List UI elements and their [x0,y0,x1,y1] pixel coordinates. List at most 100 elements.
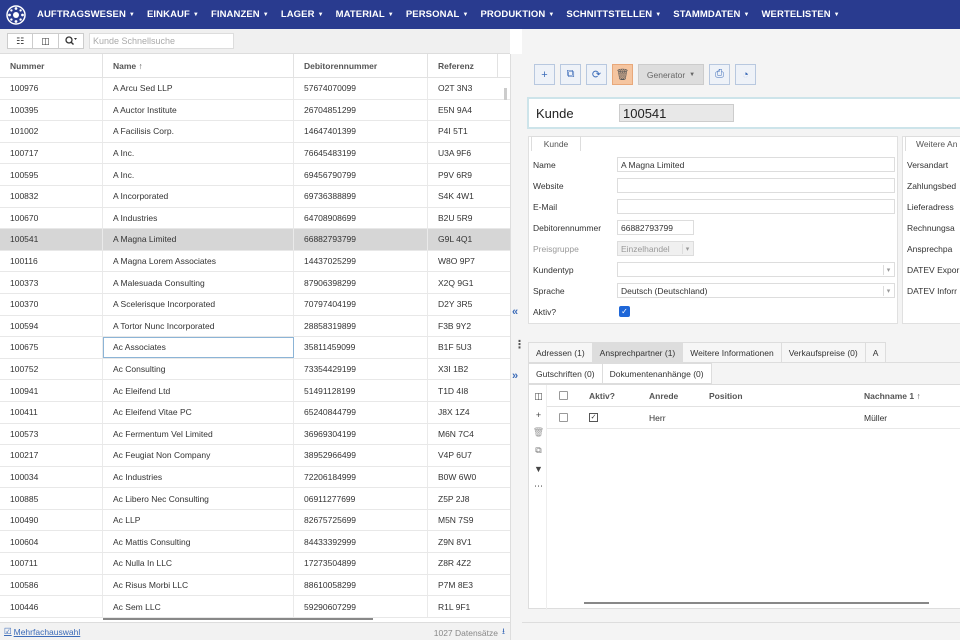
table-row[interactable]: 100595 A Inc. 69456790799 P9V 6R9 [0,164,510,186]
nav-wertelisten[interactable]: WERTELISTEN ▼ [755,0,845,29]
table-row[interactable]: 100711 Ac Nulla In LLC 17273504899 Z8R 4Z2 [0,553,510,575]
aktiv-checkbox[interactable]: ✓ [589,413,598,422]
name-cell: A Malesuada Consulting [103,272,294,293]
tab-weitere-informationen[interactable]: Weitere Informationen [682,342,782,362]
more-icon[interactable]: ⋯ [533,481,544,492]
table-row[interactable]: 100717 A Inc. 76645483199 U3A 9F6 [0,142,510,165]
table-row[interactable]: 100586 Ac Risus Morbi LLC 88610058299 P7M 8… [0,574,510,597]
table-row[interactable]: ✓ Herr Müller [547,407,960,429]
email-field[interactable] [617,199,895,214]
row-select-checkbox[interactable] [559,413,568,422]
nav-produktion[interactable]: PRODUKTION ▼ [474,0,560,29]
filter-icon[interactable]: ▼ [533,463,544,474]
table-row[interactable]: 100885 Ac Libero Nec Consulting 0691127769… [0,488,510,510]
print-icon[interactable]: ⎙ [709,64,730,85]
table-row[interactable]: 100395 A Auctor Institute 26704851299 E5N 9… [0,99,510,122]
debitorennummer-cell: 70797404199 [294,293,428,315]
download-icon[interactable]: ⭳ [502,626,505,640]
delete-icon[interactable]: 🗑 [533,427,544,438]
kunde-tab[interactable]: Kunde [531,136,581,151]
multi-select-link[interactable]: ☑ Mehrfachauswahl [4,626,80,637]
nummer-cell: 100034 [0,466,103,488]
column-header-referenz[interactable]: Referenz [428,54,498,77]
column-header-anrede[interactable]: Anrede [649,385,678,406]
column-header-nummer[interactable]: Nummer [0,54,103,77]
add-icon[interactable]: + [534,64,555,85]
copy-icon[interactable]: ⧉ [533,445,544,456]
expand-right-icon[interactable]: » [512,370,518,382]
table-row[interactable]: 100217 Ac Feugiat Non Company 38952966499 V… [0,445,510,467]
table-row[interactable]: 100675 Ac Associates 35811459099 B1F 5U3 [0,337,510,359]
nav-label: PERSONAL [405,9,460,20]
table-row[interactable]: 100604 Ac Mattis Consulting 84433392999 Z9N… [0,531,510,554]
generator-button[interactable]: Generator ▼ [638,64,704,85]
list-view-icon[interactable]: ☷ [8,34,34,48]
tab-adressen[interactable]: Adressen (1) [528,342,593,362]
table-row[interactable]: 100034 Ac Industries 72206184999 B0W 6W0 [0,466,510,489]
table-row[interactable]: 100446 Ac Sem LLC 59290607299 R1L 9F1 [0,596,510,618]
table-row[interactable]: 100373 A Malesuada Consulting 87906398299 X… [0,272,510,294]
nav-label: PRODUKTION [480,9,546,20]
nav-finanzen[interactable]: FINANZEN ▼ [205,0,275,29]
delete-icon[interactable]: 🗑 [612,64,633,85]
search-options-icon[interactable] [59,34,83,48]
table-row[interactable]: 100976 A Arcu Sed LLP 57674070099 O2T 3N3 [0,78,510,100]
tab-verkaufspreise[interactable]: Verkaufspreise (0) [780,342,866,362]
refresh-icon[interactable]: ⟳ [586,64,607,85]
column-header-nachname[interactable]: Nachname 1 ↑ [864,385,921,406]
nav-material[interactable]: MATERIAL ▼ [330,0,400,29]
nummer-cell: 100446 [0,596,103,617]
table-row[interactable]: 100370 A Scelerisque Incorporated 70797404… [0,293,510,316]
select-all-checkbox[interactable] [559,391,568,400]
grid-horizontal-scrollbar[interactable] [103,618,373,620]
split-view-icon[interactable]: ◫ [33,34,59,48]
tab-ansprechpartner[interactable]: Ansprechpartner (1) [591,342,684,362]
panel-splitter[interactable]: « ⋮ » [510,54,525,640]
logo-icon[interactable] [5,4,27,26]
grid-scrollbar[interactable] [504,88,507,100]
sprache-select[interactable]: Deutsch (Deutschland) ▾ [617,283,895,298]
referenz-cell: D2Y 3R5 [438,299,473,310]
aktiv-checkbox[interactable]: ✓ [619,306,630,317]
kundentyp-select[interactable]: ▾ [617,262,895,277]
copy-icon[interactable]: ⧉ [560,64,581,85]
chart-icon[interactable]: ◔ [735,64,756,85]
tab-dokumentenanhaenge[interactable]: Dokumentenanhänge (0) [601,363,712,384]
nav-auftragswesen[interactable]: AUFTRAGSWESEN ▼ [31,0,141,29]
contacts-horizontal-scrollbar[interactable] [584,602,929,604]
table-row[interactable]: 100490 Ac LLP 82675725699 M5N 7S9 [0,509,510,532]
detail-toolbar: + ⧉ ⟳ 🗑 Generator ▼ ⎙ ◔ [534,64,761,85]
debitor-field[interactable]: 66882793799 [617,220,694,235]
columns-icon[interactable]: ◫ [533,391,544,402]
table-row[interactable]: 100832 A Incorporated 69736388899 S4K 4W1 [0,185,510,208]
tab-more[interactable]: A [864,342,887,362]
table-row[interactable]: 100411 Ac Eleifend Vitae PC 65240844799 J8X… [0,401,510,424]
referenz-cell: X3I 1B2 [438,364,469,375]
website-field[interactable] [617,178,895,193]
weitere-tab[interactable]: Weitere An [905,136,960,151]
table-row[interactable]: 100541 A Magna Limited 66882793799 G9L 4Q1 [0,229,510,251]
name-field[interactable]: A Magna Limited [617,157,895,172]
table-row[interactable]: 100594 A Tortor Nunc Incorporated 28858319… [0,315,510,338]
column-header-position[interactable]: Position [709,385,743,406]
quick-search-input[interactable]: Kunde Schnellsuche [89,33,234,49]
collapse-left-icon[interactable]: « [512,306,518,318]
table-row[interactable]: 100116 A Magna Lorem Associates 1443702529… [0,250,510,273]
nav-stammdaten[interactable]: STAMMDATEN ▼ [667,0,755,29]
add-icon[interactable]: + [533,409,544,420]
table-row[interactable]: 100752 Ac Consulting 73354429199 X3I 1B2 [0,358,510,381]
table-row[interactable]: 100573 Ac Fermentum Vel Limited 3696930419… [0,423,510,446]
nav-schnittstellen[interactable]: SCHNITTSTELLEN ▼ [560,0,667,29]
nav-personal[interactable]: PERSONAL ▼ [400,0,475,29]
column-header-debitorennummer[interactable]: Debitorennummer [294,54,428,77]
column-header-name[interactable]: Name ↑ [103,54,294,77]
column-header-aktiv[interactable]: Aktiv? [589,385,615,406]
tab-gutschriften[interactable]: Gutschriften (0) [528,363,603,384]
table-row[interactable]: 100941 Ac Eleifend Ltd 51491128199 T1D 4I8 [0,380,510,402]
preisgruppe-select[interactable]: Einzelhandel ▾ [617,241,694,256]
record-header: Kunde 100541 [527,97,960,129]
nav-einkauf[interactable]: EINKAUF ▼ [141,0,205,29]
table-row[interactable]: 101002 A Facilisis Corp. 14647401399 P4I 5T… [0,121,510,143]
table-row[interactable]: 100670 A Industries 64708908699 B2U 5R9 [0,207,510,230]
nav-lager[interactable]: LAGER ▼ [275,0,330,29]
